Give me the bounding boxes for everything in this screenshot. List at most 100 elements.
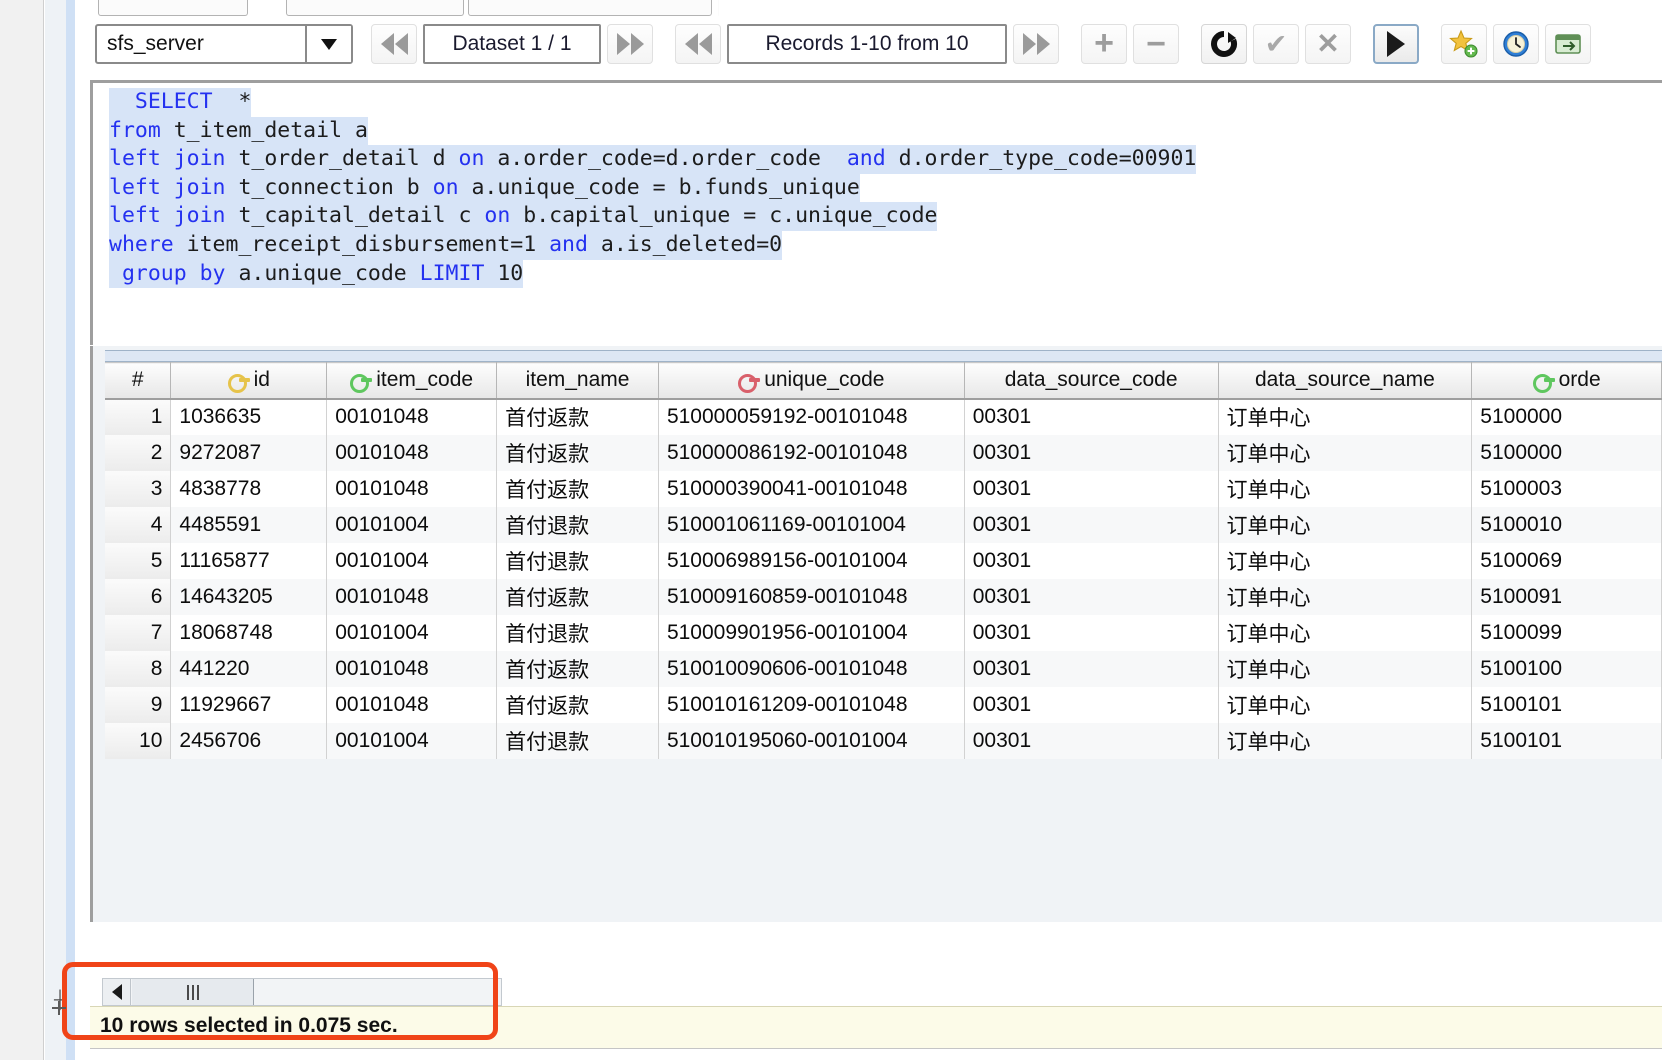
delete-row-button[interactable]: −	[1133, 24, 1179, 64]
table-cell[interactable]: 00301	[964, 578, 1219, 615]
table-cell[interactable]: 14643205	[170, 578, 328, 615]
table-cell[interactable]: 9272087	[170, 434, 328, 471]
table-cell[interactable]: 510009901956-00101004	[658, 614, 965, 651]
commit-button[interactable]: ✔	[1253, 24, 1299, 64]
table-cell[interactable]: 订单中心	[1218, 578, 1473, 615]
table-cell[interactable]: 首付返款	[496, 578, 659, 615]
table-cell[interactable]: 00301	[964, 434, 1219, 471]
table-cell[interactable]: 订单中心	[1218, 434, 1473, 471]
history-button[interactable]	[1493, 24, 1539, 64]
rail-collapse-icon[interactable]	[48, 996, 70, 1018]
row-number-cell[interactable]: 7	[105, 614, 172, 651]
row-number-cell[interactable]: 1	[105, 398, 172, 435]
table-cell[interactable]: 00101048	[326, 650, 498, 687]
table-cell[interactable]: 首付返款	[496, 686, 659, 723]
table-cell[interactable]: 首付退款	[496, 506, 659, 543]
table-cell[interactable]: 00101004	[326, 722, 498, 759]
table-row[interactable]: 10 2456706 00101004 首付退款 510010195060-001010…	[105, 722, 1662, 759]
table-cell[interactable]: 订单中心	[1218, 470, 1473, 507]
tab-stub-3[interactable]	[468, 0, 712, 16]
table-row[interactable]: 8 441220 00101048 首付返款 510010090606-00101048…	[105, 650, 1662, 687]
column-header-item_code[interactable]: item_code	[326, 362, 498, 400]
table-cell[interactable]: 18068748	[170, 614, 328, 651]
table-cell[interactable]: 00101048	[326, 578, 498, 615]
table-cell[interactable]: 订单中心	[1218, 686, 1473, 723]
table-cell[interactable]: 00101004	[326, 506, 498, 543]
records-indicator[interactable]: Records 1-10 from 10	[727, 24, 1007, 64]
table-cell[interactable]: 00301	[964, 686, 1219, 723]
table-cell[interactable]: 5100101	[1471, 722, 1662, 759]
table-cell[interactable]: 00301	[964, 542, 1219, 579]
column-header-data_source_name[interactable]: data_source_name	[1218, 362, 1473, 400]
table-cell[interactable]: 00101048	[326, 434, 498, 471]
chevron-down-icon[interactable]	[305, 26, 351, 62]
table-cell[interactable]: 订单中心	[1218, 722, 1473, 759]
table-cell[interactable]: 00101048	[326, 686, 498, 723]
table-cell[interactable]: 5100003	[1471, 470, 1662, 507]
table-cell[interactable]: 首付退款	[496, 614, 659, 651]
table-cell[interactable]: 00101004	[326, 614, 498, 651]
table-cell[interactable]: 510010195060-00101004	[658, 722, 965, 759]
row-number-cell[interactable]: 9	[105, 686, 172, 723]
table-cell[interactable]: 11929667	[170, 686, 328, 723]
table-cell[interactable]: 5100010	[1471, 506, 1662, 543]
table-cell[interactable]: 5100091	[1471, 578, 1662, 615]
row-number-cell[interactable]: 10	[105, 722, 172, 759]
table-cell[interactable]: 订单中心	[1218, 506, 1473, 543]
table-cell[interactable]: 510009160859-00101048	[658, 578, 965, 615]
add-favorite-button[interactable]	[1441, 24, 1487, 64]
table-cell[interactable]: 5100099	[1471, 614, 1662, 651]
connection-select[interactable]: sfs_server	[95, 24, 353, 64]
table-cell[interactable]: 1036635	[170, 398, 328, 435]
column-header-orde[interactable]: orde	[1471, 362, 1662, 400]
tab-stub-1[interactable]	[98, 0, 248, 16]
row-number-cell[interactable]: 4	[105, 506, 172, 543]
next-records-button[interactable]	[1013, 24, 1059, 64]
table-cell[interactable]: 510000390041-00101048	[658, 470, 965, 507]
table-row[interactable]: 3 4838778 00101048 首付返款 510000390041-0010104…	[105, 470, 1662, 507]
column-header-id[interactable]: id	[170, 362, 328, 400]
table-row[interactable]: 1 1036635 00101048 首付返款 510000059192-0010104…	[105, 398, 1662, 435]
table-cell[interactable]: 首付返款	[496, 434, 659, 471]
table-cell[interactable]: 00101048	[326, 398, 498, 435]
table-cell[interactable]: 510000086192-00101048	[658, 434, 965, 471]
first-dataset-button[interactable]	[371, 24, 417, 64]
column-header-unique_code[interactable]: unique_code	[658, 362, 965, 400]
column-header-[interactable]: #	[105, 362, 172, 400]
table-cell[interactable]: 510010161209-00101048	[658, 686, 965, 723]
dataset-indicator[interactable]: Dataset 1 / 1	[423, 24, 601, 64]
table-cell[interactable]: 首付返款	[496, 470, 659, 507]
table-cell[interactable]: 00301	[964, 614, 1219, 651]
table-cell[interactable]: 00301	[964, 722, 1219, 759]
table-cell[interactable]: 510000059192-00101048	[658, 398, 965, 435]
table-cell[interactable]: 510001061169-00101004	[658, 506, 965, 543]
sql-text[interactable]: SELECT * from t_item_detail a left join t_…	[109, 88, 1662, 289]
table-cell[interactable]: 510010090606-00101048	[658, 650, 965, 687]
first-records-button[interactable]	[675, 24, 721, 64]
table-cell[interactable]: 2456706	[170, 722, 328, 759]
table-cell[interactable]: 00301	[964, 506, 1219, 543]
table-cell[interactable]: 00101048	[326, 470, 498, 507]
row-number-cell[interactable]: 6	[105, 578, 172, 615]
table-cell[interactable]: 00301	[964, 650, 1219, 687]
execute-button[interactable]	[1373, 24, 1419, 64]
table-cell[interactable]: 5100000	[1471, 434, 1662, 471]
row-number-cell[interactable]: 8	[105, 650, 172, 687]
table-cell[interactable]: 首付退款	[496, 542, 659, 579]
refresh-button[interactable]	[1201, 24, 1247, 64]
export-button[interactable]	[1545, 24, 1591, 64]
next-dataset-button[interactable]	[607, 24, 653, 64]
table-cell[interactable]: 441220	[170, 650, 328, 687]
table-row[interactable]: 2 9272087 00101048 首付返款 510000086192-0010104…	[105, 434, 1662, 471]
tab-stub-2[interactable]	[286, 0, 464, 16]
table-cell[interactable]: 首付退款	[496, 722, 659, 759]
table-cell[interactable]: 5100101	[1471, 686, 1662, 723]
row-number-cell[interactable]: 2	[105, 434, 172, 471]
table-cell[interactable]: 4838778	[170, 470, 328, 507]
table-cell[interactable]: 11165877	[170, 542, 328, 579]
rollback-button[interactable]: ✕	[1305, 24, 1351, 64]
table-cell[interactable]: 5100000	[1471, 398, 1662, 435]
results-horizontal-scrollbar[interactable]	[102, 978, 502, 1006]
results-table[interactable]: # id item_code item_name unique_code data_sou…	[105, 362, 1662, 759]
table-row[interactable]: 6 14643205 00101048 首付返款 510009160859-001010…	[105, 578, 1662, 615]
